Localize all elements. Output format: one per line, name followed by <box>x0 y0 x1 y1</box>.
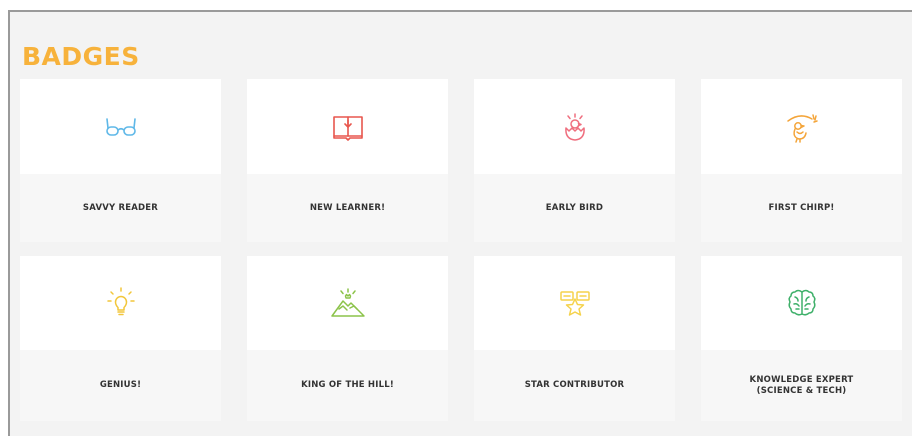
hatching-chick-icon <box>564 112 585 141</box>
badge-label: GENIUS! <box>99 380 142 390</box>
badge-label: EARLY BIRD <box>545 202 604 213</box>
badge-label: SAVVY READER <box>82 202 159 213</box>
badge-label: KING OF THE HILL! <box>301 380 394 390</box>
badge-knowledge-expert[interactable]: KNOWLEDGE EXPERT (SCIENCE & TECH) <box>701 256 902 421</box>
badge-king-of-the-hill[interactable]: KING OF THE HILL! <box>247 256 448 421</box>
glasses-icon <box>105 117 136 136</box>
badge-first-chirp[interactable]: FIRST CHIRP! <box>701 79 902 242</box>
badge-early-bird[interactable]: EARLY BIRD <box>474 79 675 242</box>
badge-label: KNOWLEDGE EXPERT (SCIENCE & TECH) <box>749 374 854 396</box>
badge-label: NEW LEARNER! <box>309 202 386 213</box>
brain-icon <box>787 289 816 316</box>
badge-label: FIRST CHIRP! <box>768 202 835 213</box>
open-book-icon <box>332 115 363 141</box>
badge-grid: SAVVY READER NEW LEARNER! EARLY BIRD FIR… <box>20 79 910 421</box>
badges-panel: BADGES SAVVY READER NEW LEARNER! EARLY B… <box>8 10 912 436</box>
badge-new-learner[interactable]: NEW LEARNER! <box>247 79 448 242</box>
badge-savvy-reader[interactable]: SAVVY READER <box>20 79 221 242</box>
chirping-bird-icon <box>786 113 818 143</box>
page-title: BADGES <box>22 42 140 71</box>
badge-star-contributor[interactable]: STAR CONTRIBUTOR <box>474 256 675 421</box>
mountain-icon <box>330 288 365 317</box>
badge-label: STAR CONTRIBUTOR <box>524 380 625 390</box>
badge-genius[interactable]: GENIUS! <box>20 256 221 421</box>
star-contributor-icon <box>559 291 590 316</box>
lightbulb-icon <box>106 287 135 316</box>
